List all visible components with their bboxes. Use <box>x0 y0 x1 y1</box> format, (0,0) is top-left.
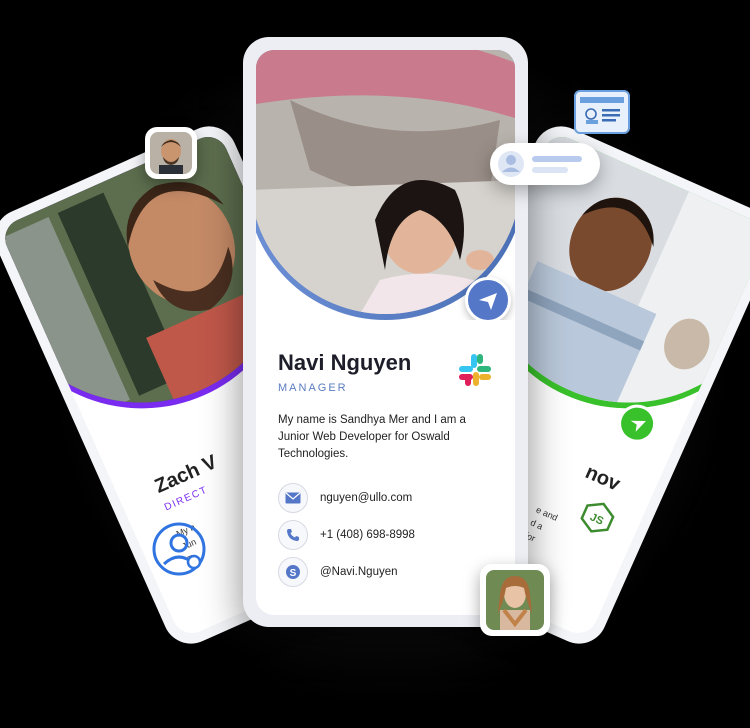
slack-logo <box>455 350 495 395</box>
profile-role: MANAGER <box>278 382 348 394</box>
skype-value: @Navi.Nguyen <box>320 566 398 578</box>
profile-name: Navi Nguyen <box>278 350 412 375</box>
nodejs-logo: JS <box>573 495 620 544</box>
send-icon <box>630 420 646 432</box>
svg-text:S: S <box>290 568 297 579</box>
profile-chip-icon <box>490 143 600 185</box>
skype-icon: S <box>278 557 308 587</box>
contact-email[interactable]: nguyen@ullo.com <box>278 483 412 513</box>
user-search-icon <box>150 520 208 583</box>
phone-icon <box>278 520 308 550</box>
phone-value: +1 (408) 698-8998 <box>320 529 415 541</box>
contact-skype[interactable]: S @Navi.Nguyen <box>278 557 398 587</box>
envelope-icon <box>278 483 308 513</box>
contact-phone[interactable]: +1 (408) 698-8998 <box>278 520 415 550</box>
send-icon <box>479 293 497 310</box>
floating-avatar-man <box>145 127 197 179</box>
send-button[interactable] <box>465 277 511 320</box>
svg-text:JS: JS <box>588 511 605 527</box>
email-value: nguyen@ullo.com <box>320 492 413 504</box>
profile-hero <box>256 50 515 320</box>
main-phone: Navi Nguyen MANAGER My name is Sandhya M… <box>243 37 528 627</box>
right-card-name: nov <box>581 461 624 496</box>
main-profile-card[interactable]: Navi Nguyen MANAGER My name is Sandhya M… <box>256 50 515 615</box>
floating-avatar-woman <box>480 564 550 636</box>
id-card-icon <box>574 90 630 134</box>
profile-bio: My name is Sandhya Mer and I am a Junior… <box>278 414 466 460</box>
profile-photo <box>256 50 515 314</box>
